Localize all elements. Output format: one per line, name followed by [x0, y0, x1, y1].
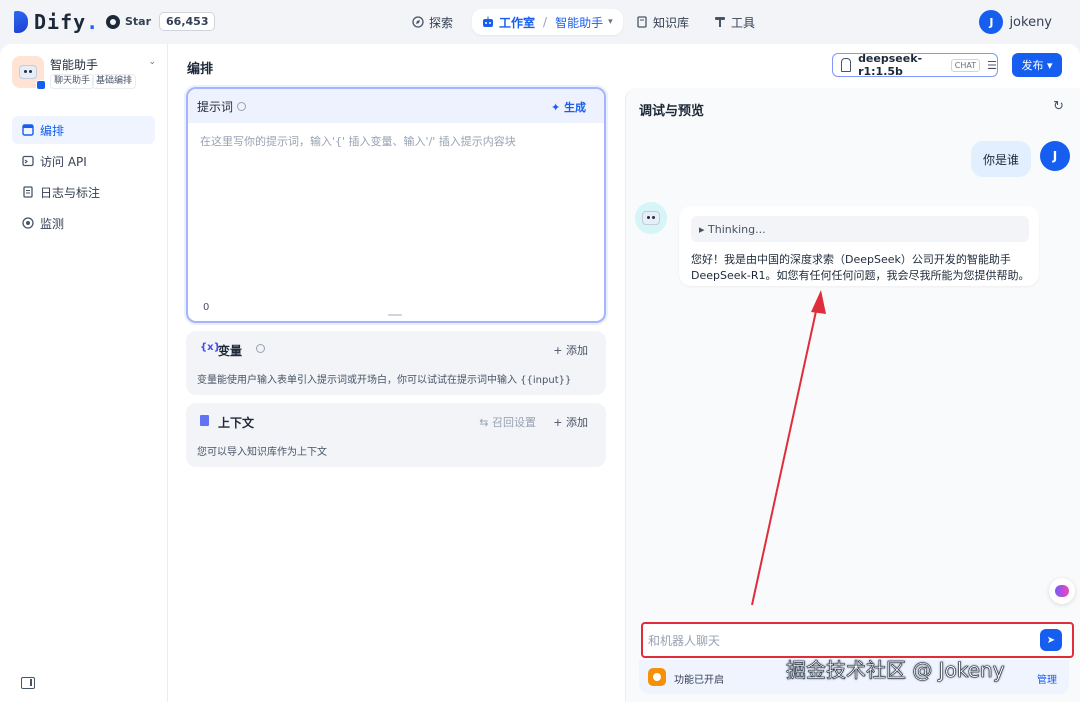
bot-avatar	[635, 202, 667, 234]
compass-icon	[412, 16, 424, 28]
thinking-toggle[interactable]: ▸ Thinking...	[691, 216, 1029, 242]
app-switcher[interactable]: 智能助手 ⌄ 聊天助手 基础编排	[12, 56, 158, 96]
user-menu[interactable]: J jokeny	[979, 10, 1052, 34]
bot-message-text: 您好！我是由中国的深度求索（DeepSeek）公司开发的智能助手DeepSeek…	[691, 253, 1030, 282]
features-status: 功能已开启	[674, 675, 724, 686]
prompt-input[interactable]: 在这里写你的提示词，输入'{' 插入变量、输入'/' 插入提示内容块	[200, 133, 516, 149]
current-app-switcher[interactable]: 智能助手	[555, 14, 603, 31]
bot-message: ▸ Thinking... 您好！我是由中国的深度求索（DeepSeek）公司开…	[679, 206, 1039, 286]
publish-button[interactable]: 发布 ▾	[1012, 53, 1062, 77]
dify-logo[interactable]: Dify.	[14, 10, 99, 34]
sidebar-item-monitor[interactable]: 监测	[12, 209, 155, 237]
main-area: 编排 deepseek-r1:1.5b CHAT ☰ 发布 ▾ 提示词 ✦ 生成…	[168, 44, 1080, 702]
sidebar-item-logs[interactable]: 日志与标注	[12, 178, 155, 206]
resize-handle[interactable]	[388, 314, 402, 316]
model-selector-button[interactable]: deepseek-r1:1.5b CHAT ☰	[832, 52, 998, 78]
book-icon	[637, 16, 647, 28]
chat-input-placeholder: 和机器人聊天	[648, 634, 721, 648]
star-count: 66,453	[159, 12, 216, 31]
sliders-icon: ☰	[987, 58, 997, 72]
prompt-char-count: 0	[203, 302, 210, 313]
monitor-icon	[22, 217, 34, 229]
chevron-down-icon: ▾	[1046, 58, 1053, 72]
document-icon	[200, 415, 209, 426]
app-type-tag: 聊天助手	[50, 74, 95, 89]
watermark: 掘金技术社区 @ Jokeny	[786, 658, 1005, 683]
file-icon	[23, 186, 33, 198]
nav-knowledge[interactable]: 知识库	[636, 9, 689, 35]
manage-features-button[interactable]: 管理	[1037, 671, 1057, 686]
collapse-sidebar-icon[interactable]	[21, 677, 35, 689]
github-icon	[106, 14, 120, 29]
sidebar-item-api[interactable]: 访问 API	[12, 147, 155, 175]
brain-icon[interactable]	[1049, 578, 1075, 604]
add-variable-button[interactable]: + 添加	[553, 342, 588, 358]
context-description: 您可以导入知识库作为上下文	[197, 447, 327, 458]
top-nav: Dify. Star 66,453 探索 工作室 / 智能助手 ▾ 知识库 工具…	[0, 0, 1080, 44]
nav-explore[interactable]: 探索	[412, 9, 453, 35]
model-name: deepseek-r1:1.5b	[858, 52, 923, 78]
recall-settings-button[interactable]: ⇆ 召回设置	[479, 414, 536, 430]
nav-studio[interactable]: 工作室 / 智能助手 ▾	[472, 9, 623, 35]
help-icon[interactable]	[237, 101, 247, 111]
variables-card: {x} 变量 + 添加 变量能使用户输入表单引入提示词或开场白，你可以试试在提示…	[186, 331, 606, 395]
features-icon	[648, 668, 666, 686]
generate-button[interactable]: ✦ 生成	[551, 99, 586, 115]
user-avatar: J	[1040, 141, 1070, 171]
app-mode-tag: 基础编排	[92, 74, 137, 89]
prompt-label: 提示词	[197, 99, 234, 114]
nav-tools[interactable]: 工具	[714, 9, 755, 35]
avatar: J	[979, 10, 1004, 34]
chevron-down-icon: ▾	[608, 17, 613, 27]
model-icon	[841, 58, 852, 72]
app-sidebar: 智能助手 ⌄ 聊天助手 基础编排 编排 访问 API 日志与标注 监测	[0, 44, 168, 702]
username: jokeny	[1009, 14, 1052, 30]
variables-description: 变量能使用户输入表单引入提示词或开场白，你可以试试在提示词中输入 {{input…	[197, 375, 572, 386]
page-title: 编排	[187, 62, 214, 77]
refresh-icon[interactable]: ↻	[1053, 99, 1064, 114]
prompt-header: 提示词 ✦ 生成	[188, 89, 604, 123]
model-mode-badge: CHAT	[950, 58, 981, 72]
app-name: 智能助手	[50, 58, 99, 72]
send-icon: ➤	[1046, 634, 1056, 646]
github-star-button[interactable]: Star 66,453	[106, 12, 216, 31]
variables-title: 变量	[218, 344, 243, 358]
send-button[interactable]: ➤	[1040, 629, 1062, 651]
robot-icon	[19, 65, 37, 79]
add-context-button[interactable]: + 添加	[553, 414, 588, 430]
robot-icon	[642, 211, 660, 225]
robot-icon	[483, 16, 493, 27]
chevron-down-icon: ⌄	[148, 57, 156, 67]
help-icon[interactable]	[256, 344, 265, 353]
prompt-editor: 提示词 ✦ 生成 在这里写你的提示词，输入'{' 插入变量、输入'/' 插入提示…	[186, 87, 606, 323]
debug-title: 调试与预览	[639, 104, 705, 119]
user-message: 你是谁	[971, 141, 1032, 177]
chat-badge-icon	[36, 80, 46, 90]
sidebar-menu: 编排 访问 API 日志与标注 监测	[12, 116, 155, 240]
hammer-icon	[715, 17, 725, 27]
debug-preview-panel: 调试与预览 ↻ 你是谁 J ▸ Thinking... 您好！我是由中国的深度求…	[625, 88, 1080, 702]
sidebar-item-orchestrate[interactable]: 编排	[12, 116, 155, 144]
context-card: 上下文 ⇆ 召回设置 + 添加 您可以导入知识库作为上下文	[186, 403, 606, 467]
dify-logo-icon	[14, 11, 28, 33]
layout-icon	[22, 124, 34, 136]
context-title: 上下文	[218, 416, 255, 430]
terminal-icon	[22, 155, 34, 167]
chat-input[interactable]: 和机器人聊天 ➤	[641, 622, 1074, 658]
